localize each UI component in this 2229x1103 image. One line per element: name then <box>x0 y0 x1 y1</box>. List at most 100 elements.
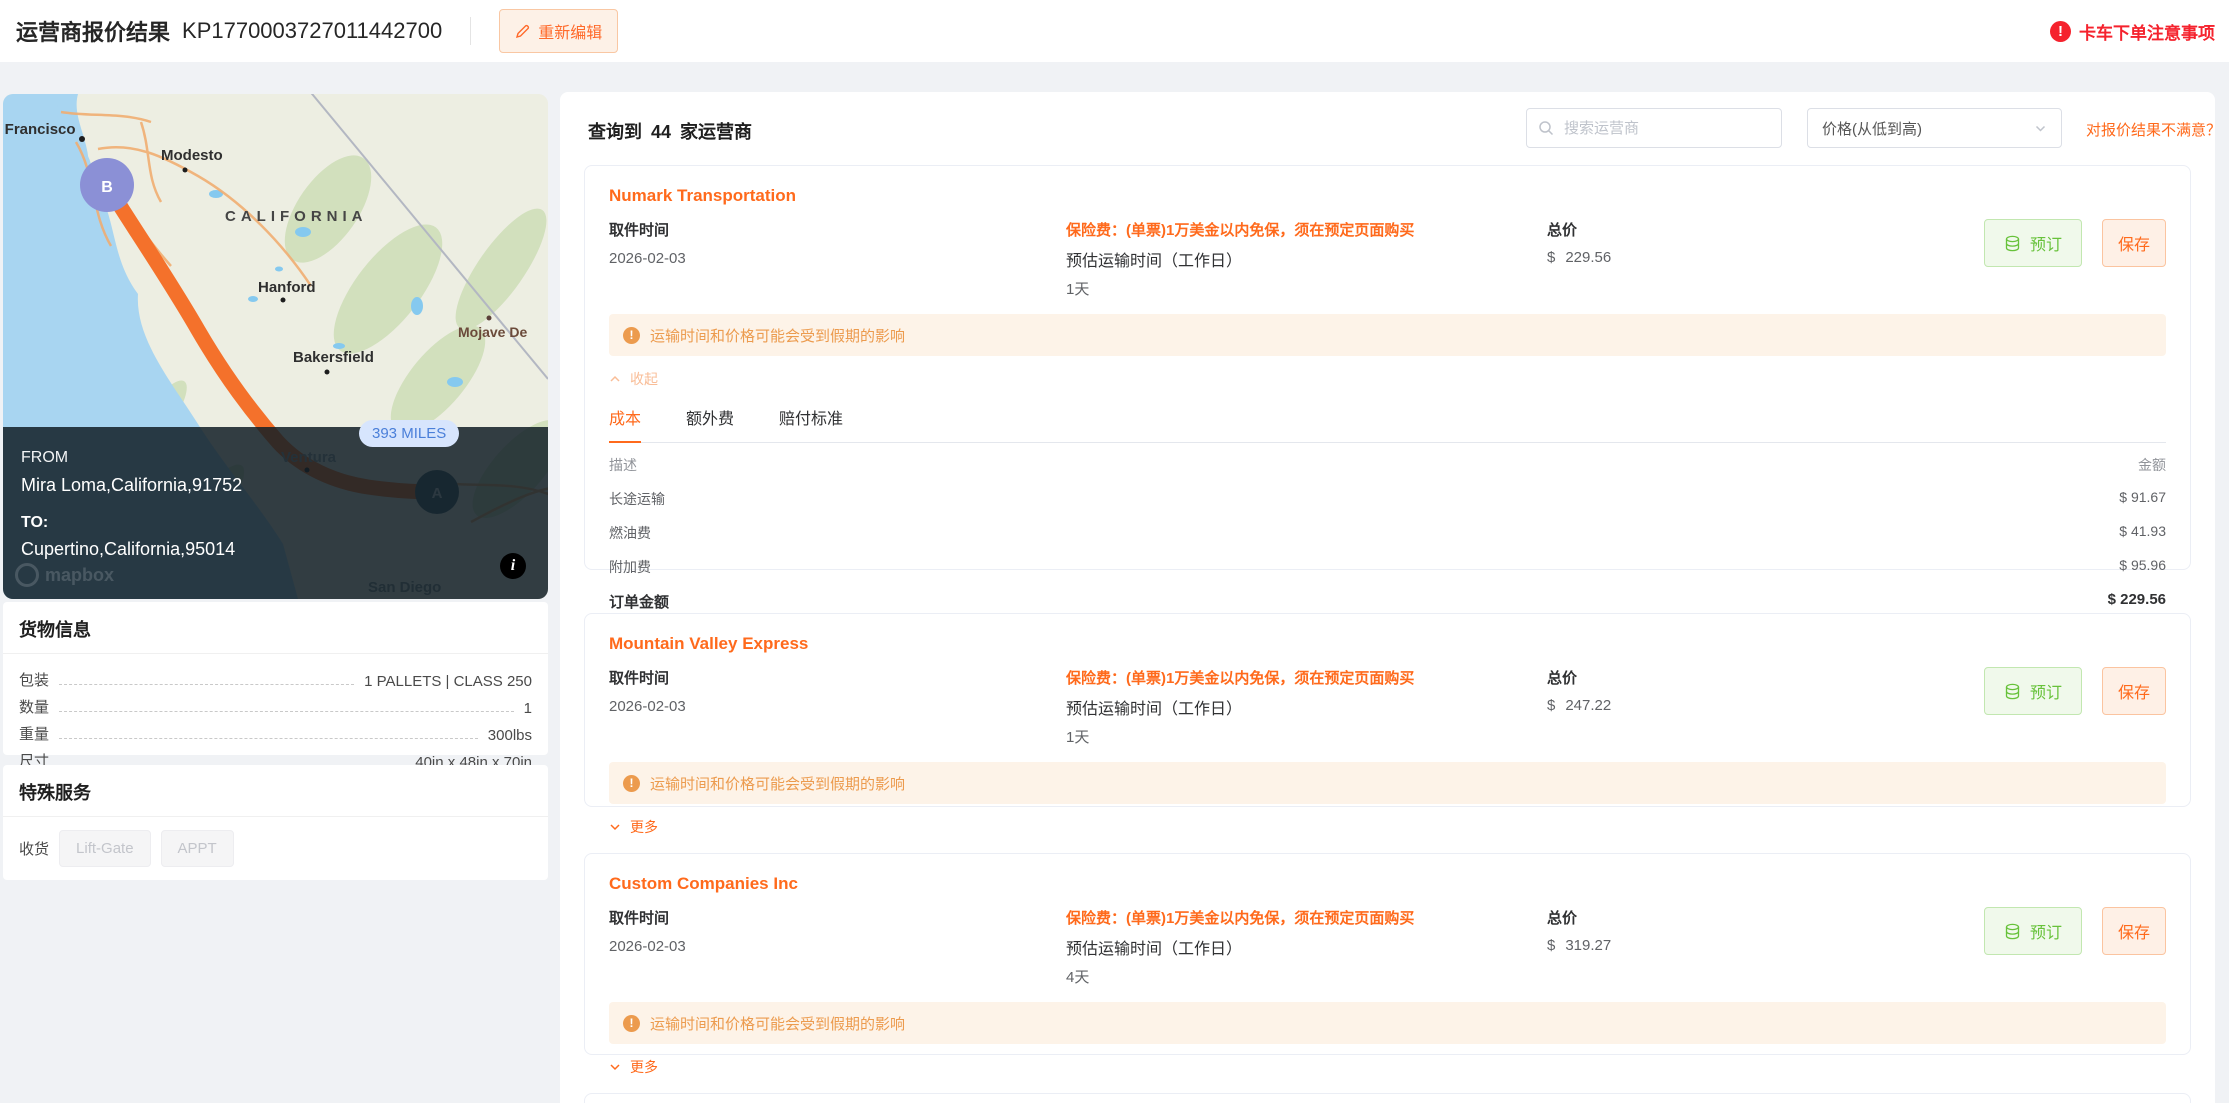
divider <box>470 17 472 45</box>
detail-tabs: 成本 额外费 赔付标准 <box>609 405 2166 443</box>
from-label: FROM <box>21 449 69 466</box>
search-input[interactable] <box>1562 118 1770 138</box>
carrier-search[interactable] <box>1526 108 1782 148</box>
tab-cost[interactable]: 成本 <box>609 405 642 443</box>
insurance-note: 保险费：(单票)1万美金以内免保，须在预定页面购买 <box>1066 222 1415 239</box>
transit-days: 1天 <box>1066 281 1090 298</box>
cost-row-linehaul: 长途运输 $ 91.67 <box>609 489 2166 507</box>
order-id: KP1770003727011442700 <box>182 18 443 43</box>
coins-icon <box>2005 923 2020 939</box>
pickup-time-label: 取件时间 <box>609 222 670 239</box>
to-label: TO: <box>21 514 49 531</box>
feedback-link[interactable]: 对报价结果不满意？ <box>2086 119 2221 140</box>
transit-time-label: 预估运输时间（工作日） <box>1066 941 1243 958</box>
expand-toggle[interactable]: 更多 <box>609 1057 658 1077</box>
book-label: 预订 <box>2029 237 2062 254</box>
total-price-label: 总价 <box>1547 222 1578 239</box>
carrier-card: Numark Transportation 取件时间 2026-02-03 保险… <box>584 165 2191 611</box>
save-button[interactable]: 保存 <box>2101 907 2166 955</box>
cargo-row-weight: 重量 300lbs <box>19 726 532 744</box>
warning-icon: ! <box>623 774 640 792</box>
coins-icon <box>2005 235 2020 251</box>
tab-compensation[interactable]: 赔付标准 <box>779 405 843 443</box>
expand-toggle[interactable]: 更多 <box>609 817 658 837</box>
label-hanford: Hanford <box>258 279 316 296</box>
book-button[interactable]: 预订 <box>1983 907 2082 955</box>
holiday-warning: ! 运输时间和价格可能会受到假期的影响 <box>609 762 2166 804</box>
top-bar: 运营商报价结果 KP1770003727011442700 重新编辑 ! 卡车下… <box>0 0 2229 62</box>
marker-b: B <box>80 158 134 212</box>
transit-days: 1天 <box>1066 729 1090 746</box>
quote-results-page: 运营商报价结果 KP1770003727011442700 重新编辑 ! 卡车下… <box>0 0 2229 1103</box>
truck-order-notice-label: 卡车下单注意事项 <box>2079 23 2215 43</box>
carrier-name: Mountain Valley Express <box>609 634 809 653</box>
map-info-icon[interactable]: i <box>500 553 526 579</box>
label-san-francisco: San Francisco <box>3 121 76 138</box>
pickup-date: 2026-02-03 <box>609 938 686 955</box>
carrier-card: Custom Companies Inc 取件时间 2026-02-03 保险费… <box>584 853 2191 1075</box>
pencil-icon <box>516 24 530 38</box>
carrier-card-partial <box>584 1093 2191 1103</box>
page-title: 运营商报价结果 <box>16 20 171 45</box>
pickup-date: 2026-02-03 <box>609 250 686 267</box>
carrier-card: Mountain Valley Express 取件时间 2026-02-03 … <box>584 613 2191 835</box>
distance-badge: 393 MILES <box>359 420 460 447</box>
alert-icon: ! <box>2050 20 2071 42</box>
search-icon <box>1539 121 1554 136</box>
mapbox-logo: mapbox <box>15 563 114 587</box>
save-button[interactable]: 保存 <box>2101 219 2166 267</box>
book-button[interactable]: 预订 <box>1983 219 2082 267</box>
total-price-value: $229.56 <box>1547 249 1612 266</box>
chevron-down-icon <box>610 1064 620 1071</box>
truck-order-notice-link[interactable]: ! 卡车下单注意事项 <box>2050 19 2215 44</box>
warning-icon: ! <box>623 1014 640 1032</box>
book-button[interactable]: 预订 <box>1983 667 2082 715</box>
book-label: 预订 <box>2029 925 2062 942</box>
holiday-warning: ! 运输时间和价格可能会受到假期的影响 <box>609 1002 2166 1044</box>
results-count: 44 <box>651 122 672 142</box>
warning-icon: ! <box>623 326 640 344</box>
pickup-date: 2026-02-03 <box>609 698 686 715</box>
label-mojave: Mojave De <box>458 324 527 340</box>
special-services-card: 特殊服务 收货 Lift-Gate APPT <box>3 765 548 880</box>
cargo-row-quantity: 数量 1 <box>19 699 532 717</box>
total-price-value: $247.22 <box>1547 697 1612 714</box>
collapse-toggle[interactable]: 收起 <box>609 369 658 389</box>
sort-select[interactable]: 价格(从低到高) <box>1807 108 2062 148</box>
special-services-title: 特殊服务 <box>3 765 548 817</box>
label-bakersfield: Bakersfield <box>293 349 374 366</box>
re-edit-button[interactable]: 重新编辑 <box>499 9 619 53</box>
cost-row-fuel: 燃油费 $ 41.93 <box>609 523 2166 541</box>
tab-extra-fees[interactable]: 额外费 <box>686 405 734 443</box>
cost-row-surcharge: 附加费 $ 95.96 <box>609 557 2166 575</box>
total-price-label: 总价 <box>1547 670 1578 687</box>
book-label: 预订 <box>2029 685 2062 702</box>
chevron-up-icon <box>610 375 620 382</box>
results-summary: 查询到 44 家运营商 <box>588 122 753 142</box>
transit-days: 4天 <box>1066 969 1090 986</box>
cargo-row-packaging: 包装 1 PALLETS | CLASS 250 <box>19 672 532 690</box>
transit-time-label: 预估运输时间（工作日） <box>1066 701 1243 718</box>
tag-appt: APPT <box>160 830 234 867</box>
carrier-name: Custom Companies Inc <box>609 874 798 893</box>
cargo-info-card: 货物信息 包装 1 PALLETS | CLASS 250 数量 1 重量 300lb… <box>3 602 548 771</box>
from-address: Mira Loma,California,91752 <box>21 475 243 495</box>
cost-table: 描述 金额 长途运输 $ 91.67 燃油费 $ 41.93 附加费 $ 95.96 订… <box>609 448 2166 619</box>
tag-lift-gate: Lift-Gate <box>59 830 151 867</box>
pickup-time-label: 取件时间 <box>609 670 670 687</box>
to-address: Cupertino,California,95014 <box>21 539 236 559</box>
chevron-down-icon <box>2035 125 2046 132</box>
label-california: CALIFORNIA <box>225 208 368 225</box>
transit-time-label: 预估运输时间（工作日） <box>1066 253 1243 270</box>
cost-table-header: 描述 金额 <box>609 457 2166 473</box>
sort-select-value: 价格(从低到高) <box>1822 120 1922 138</box>
save-button[interactable]: 保存 <box>2101 667 2166 715</box>
total-price-value: $319.27 <box>1547 937 1612 954</box>
insurance-note: 保险费：(单票)1万美金以内免保，须在预定页面购买 <box>1066 910 1415 927</box>
cargo-info-title: 货物信息 <box>3 602 548 654</box>
holiday-warning: ! 运输时间和价格可能会受到假期的影响 <box>609 314 2166 356</box>
svg-text:B: B <box>101 179 113 196</box>
insurance-note: 保险费：(单票)1万美金以内免保，须在预定页面购买 <box>1066 670 1415 687</box>
total-price-label: 总价 <box>1547 910 1578 927</box>
route-map[interactable]: A B San Francisco Modesto CALIFORNIA Han… <box>3 94 548 599</box>
